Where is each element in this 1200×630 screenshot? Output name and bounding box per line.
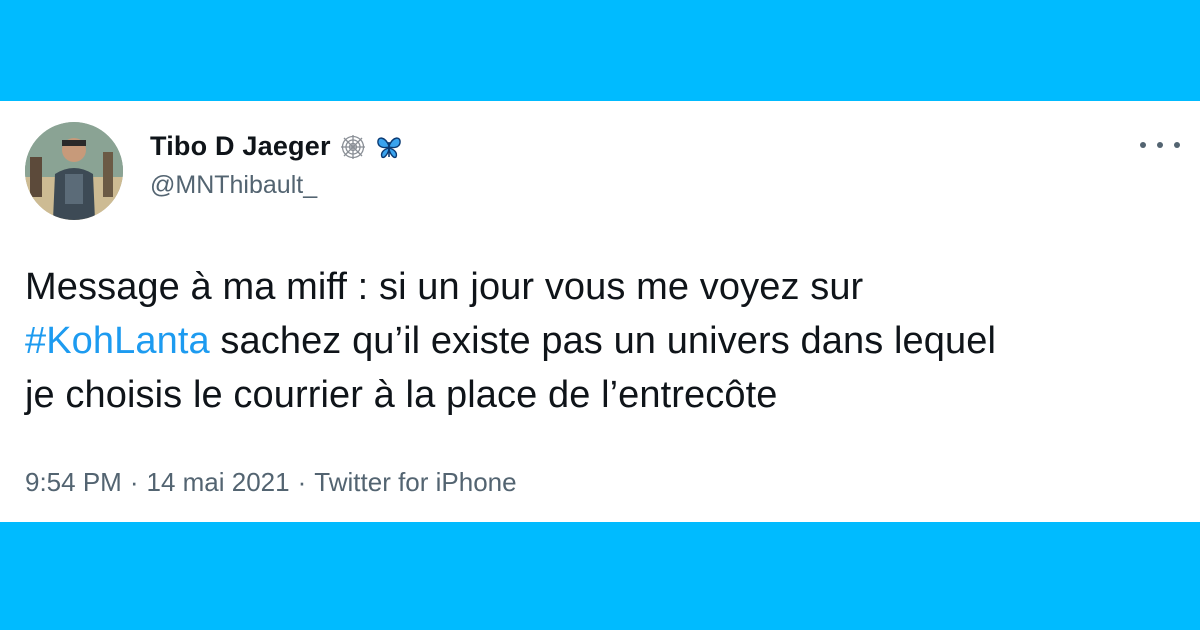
hashtag-link[interactable]: #KohLanta <box>25 320 210 362</box>
avatar[interactable] <box>25 122 123 220</box>
tweet-date[interactable]: 14 mai 2021 <box>147 467 290 498</box>
tweet-line-2-text: sachez qu’il existe pas un univers dans … <box>209 320 997 362</box>
meta-separator: · <box>129 467 139 497</box>
author-row: Tibo D Jaeger <box>150 131 403 162</box>
author-handle[interactable]: @MNThibault_ <box>150 171 317 200</box>
avatar-photo <box>25 122 123 220</box>
author-name[interactable]: Tibo D Jaeger <box>150 131 331 162</box>
butterfly-icon <box>376 136 401 158</box>
tweet-card: Tibo D Jaeger @MNThibault_ Message à ma … <box>0 101 1200 522</box>
tweet-source[interactable]: Twitter for iPhone <box>314 467 516 498</box>
tweet-time[interactable]: 9:54 PM <box>25 467 122 498</box>
more-dot <box>1140 142 1146 148</box>
meta-separator: · <box>297 467 307 497</box>
tweet-meta: 9:54 PM · 14 mai 2021 · Twitter for iPho… <box>25 467 517 498</box>
more-dot <box>1174 142 1180 148</box>
tweet-line-2: #KohLanta sachez qu’il existe pas un uni… <box>25 314 1185 368</box>
tweet-line-3: je choisis le courrier à la place de l’e… <box>25 374 778 416</box>
more-icon[interactable] <box>1140 135 1180 155</box>
tweet-line-1: Message à ma miff : si un jour vous me v… <box>25 266 864 308</box>
tweet-text: Message à ma miff : si un jour vous me v… <box>25 260 1185 422</box>
more-dot <box>1157 142 1163 148</box>
spider-web-icon <box>340 134 365 159</box>
page-background: Tibo D Jaeger @MNThibault_ Message à ma … <box>0 0 1200 630</box>
